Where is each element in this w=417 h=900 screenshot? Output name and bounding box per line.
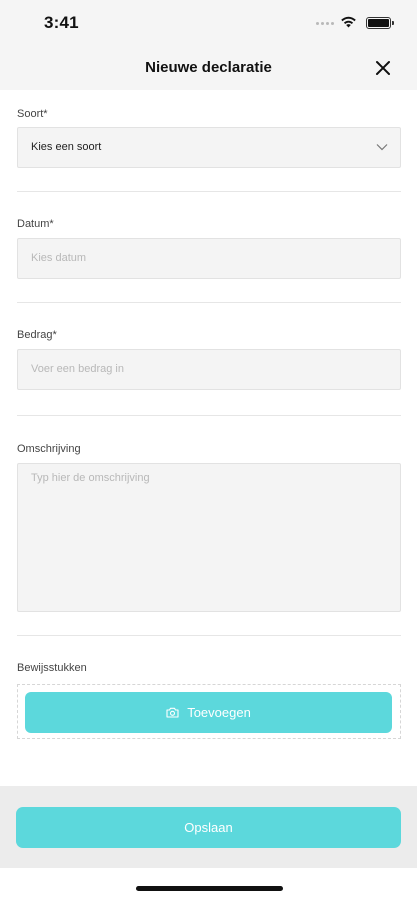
chevron-down-icon xyxy=(376,144,388,151)
soort-label: Soort* xyxy=(17,108,48,120)
datum-placeholder: Kies datum xyxy=(31,252,87,264)
omschrijving-textarea[interactable]: Typ hier de omschrijving xyxy=(17,463,401,612)
signal-icon xyxy=(316,22,334,25)
bedrag-field[interactable]: Voer een bedrag in xyxy=(17,349,401,390)
page-title: Nieuwe declaratie xyxy=(145,59,272,76)
omschrijving-placeholder: Typ hier de omschrijving xyxy=(31,472,150,484)
save-button-label: Opslaan xyxy=(184,820,233,835)
divider xyxy=(17,191,401,192)
nav-header: Nieuwe declaratie xyxy=(0,46,417,90)
divider xyxy=(17,302,401,303)
bedrag-label: Bedrag* xyxy=(17,329,57,341)
close-icon[interactable] xyxy=(374,59,392,77)
home-indicator[interactable] xyxy=(136,886,283,891)
datum-label: Datum* xyxy=(17,218,54,230)
camera-icon xyxy=(166,707,179,718)
wifi-icon xyxy=(341,16,356,28)
bedrag-placeholder: Voer een bedrag in xyxy=(31,363,124,375)
soort-select-value: Kies een soort xyxy=(31,141,102,153)
battery-icon xyxy=(366,17,394,29)
status-bar: 3:41 xyxy=(0,0,417,46)
datum-field[interactable]: Kies datum xyxy=(17,238,401,279)
add-attachment-button[interactable]: Toevoegen xyxy=(25,692,392,733)
divider xyxy=(17,635,401,636)
bewijsstukken-label: Bewijsstukken xyxy=(17,662,87,674)
divider xyxy=(17,415,401,416)
omschrijving-label: Omschrijving xyxy=(17,443,81,455)
status-time: 3:41 xyxy=(44,13,79,32)
save-button[interactable]: Opslaan xyxy=(16,807,401,848)
add-attachment-label: Toevoegen xyxy=(187,705,251,720)
soort-select[interactable]: Kies een soort xyxy=(17,127,401,168)
